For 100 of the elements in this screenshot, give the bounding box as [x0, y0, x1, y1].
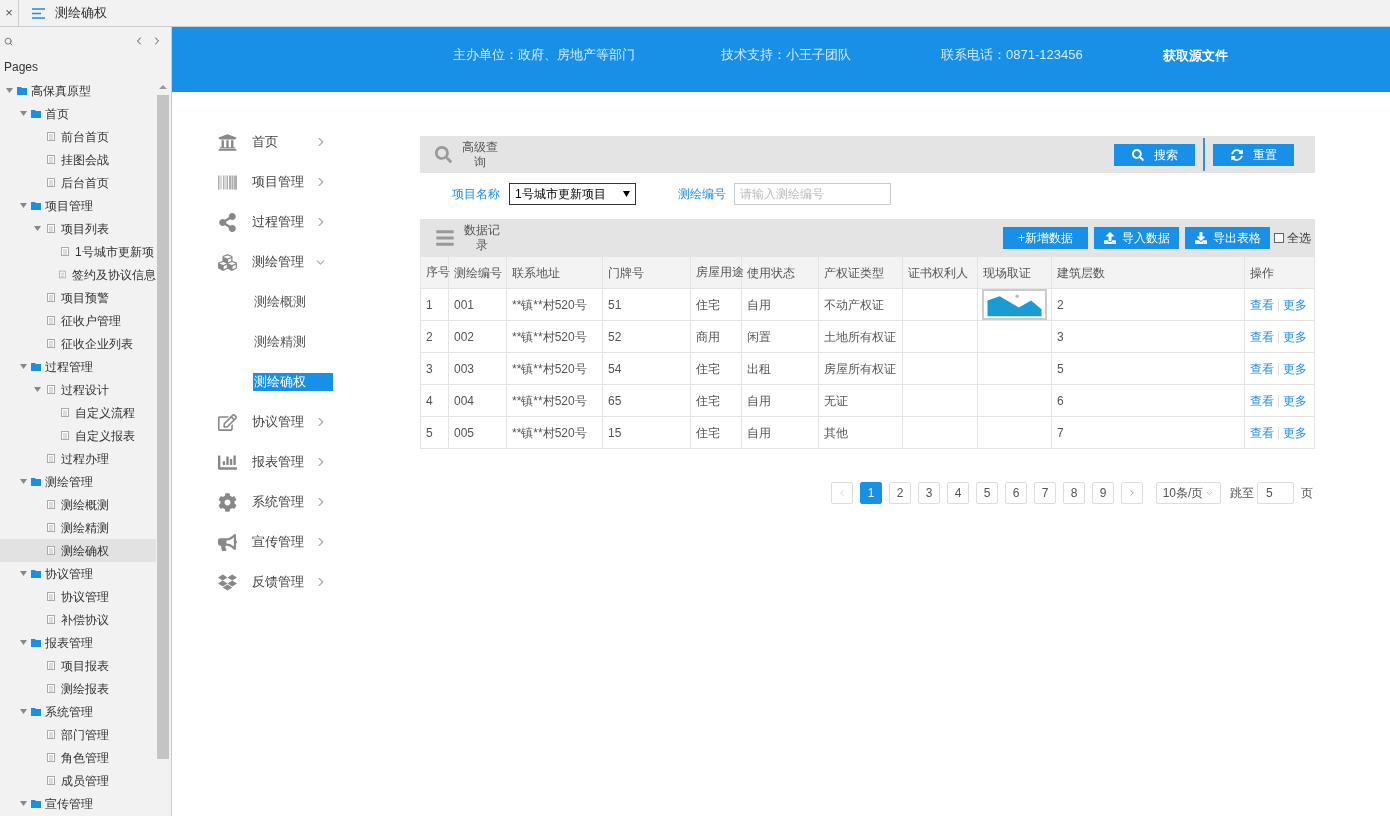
search-icon: [1131, 148, 1144, 161]
row-action-link[interactable]: 更多: [1283, 359, 1307, 378]
select-all-checkbox[interactable]: [1274, 233, 1284, 243]
menu-icon[interactable]: [32, 7, 45, 19]
tree-item[interactable]: 前台首页: [0, 125, 156, 148]
tree-item[interactable]: 宣传管理: [0, 792, 156, 815]
nav-item[interactable]: 项目管理: [252, 172, 314, 192]
nav-item[interactable]: 过程管理: [252, 212, 314, 232]
support-text: 技术支持：小王子团队: [721, 45, 851, 64]
expand-triangle-icon[interactable]: [34, 387, 41, 392]
tree-item[interactable]: 项目报表: [0, 654, 156, 677]
nav-item[interactable]: 报表管理: [252, 452, 314, 472]
expand-triangle-icon[interactable]: [20, 640, 27, 645]
expand-triangle-icon[interactable]: [20, 571, 27, 576]
page-button[interactable]: 9: [1092, 482, 1114, 504]
tree-item[interactable]: 征收企业列表: [0, 332, 156, 355]
nav-item[interactable]: 反馈管理: [252, 572, 314, 592]
nav-subitem[interactable]: 测绘概测: [253, 293, 333, 311]
project-select[interactable]: 1号城市更新项目: [509, 183, 636, 205]
tree-item-label: 测绘确权: [61, 542, 109, 560]
close-button[interactable]: ×: [0, 0, 19, 26]
page-icon: [47, 615, 55, 624]
tree-item[interactable]: 系统管理: [0, 700, 156, 723]
row-action-link[interactable]: 查看: [1250, 391, 1274, 410]
tree-item[interactable]: 项目列表: [0, 217, 156, 240]
tree-item[interactable]: 协议管理: [0, 585, 156, 608]
nav-item[interactable]: 宣传管理: [252, 532, 314, 552]
row-action-link[interactable]: 查看: [1250, 327, 1274, 346]
upload-icon: [1103, 232, 1116, 244]
nav-item[interactable]: 协议管理: [252, 412, 314, 432]
nav-item[interactable]: 测绘管理: [252, 252, 314, 272]
row-action-link[interactable]: 查看: [1250, 423, 1274, 442]
tree-item[interactable]: 高保真原型: [0, 79, 156, 102]
folder-icon: [31, 477, 41, 486]
tree-item[interactable]: 征收户管理: [0, 309, 156, 332]
tree-item[interactable]: 测绘概测: [0, 493, 156, 516]
page-icon: [47, 385, 55, 394]
page-icon: [47, 684, 55, 693]
column-header: 门牌号: [603, 257, 691, 289]
page-button[interactable]: 3: [918, 482, 940, 504]
row-action-link[interactable]: 更多: [1283, 423, 1307, 442]
nav-item[interactable]: 系统管理: [252, 492, 314, 512]
tree-item[interactable]: 1号城市更新项: [0, 240, 156, 263]
row-action-link[interactable]: 更多: [1283, 327, 1307, 346]
tree-item[interactable]: 挂图会战: [0, 148, 156, 171]
row-action-link[interactable]: 更多: [1283, 295, 1307, 314]
expand-triangle-icon[interactable]: [20, 111, 27, 116]
tree-item[interactable]: 测绘报表: [0, 677, 156, 700]
tree-item[interactable]: 过程设计: [0, 378, 156, 401]
tree-item[interactable]: 首页: [0, 102, 156, 125]
tree-item[interactable]: 角色管理: [0, 746, 156, 769]
code-input[interactable]: 请输入测绘编号: [734, 183, 891, 205]
tree-item[interactable]: 成员管理: [0, 769, 156, 792]
tree-item[interactable]: 报表管理: [0, 631, 156, 654]
page-button[interactable]: 4: [947, 482, 969, 504]
expand-triangle-icon[interactable]: [34, 226, 41, 231]
page-button[interactable]: 2: [889, 482, 911, 504]
page-size-select[interactable]: 10条/页: [1156, 482, 1221, 504]
tree-item[interactable]: 协议管理: [0, 562, 156, 585]
tree-item[interactable]: 测绘管理: [0, 470, 156, 493]
page-button[interactable]: 5: [976, 482, 998, 504]
tree-item[interactable]: 后台首页: [0, 171, 156, 194]
row-action-link[interactable]: 查看: [1250, 359, 1274, 378]
expand-triangle-icon[interactable]: [20, 479, 27, 484]
page-button[interactable]: 7: [1034, 482, 1056, 504]
row-action-link[interactable]: 查看: [1250, 295, 1274, 314]
tree-item[interactable]: 项目管理: [0, 194, 156, 217]
expand-triangle-icon[interactable]: [6, 88, 13, 93]
page-button[interactable]: 6: [1005, 482, 1027, 504]
page-icon: [47, 546, 55, 555]
table-cell: 003: [449, 353, 507, 385]
tree-item[interactable]: 自定义报表: [0, 424, 156, 447]
row-action-link[interactable]: 更多: [1283, 391, 1307, 410]
table-cell: 65: [603, 385, 691, 417]
nav-subitem[interactable]: 测绘精测: [253, 333, 333, 351]
tree-item[interactable]: 过程管理: [0, 355, 156, 378]
tree-item[interactable]: 补偿协议: [0, 608, 156, 631]
page-button[interactable]: 8: [1063, 482, 1085, 504]
expand-triangle-icon[interactable]: [20, 203, 27, 208]
search-icon[interactable]: [4, 36, 13, 46]
list-icon: [435, 228, 455, 248]
expand-triangle-icon[interactable]: [20, 709, 27, 714]
tree-item[interactable]: 测绘确权: [0, 539, 156, 562]
tree-item[interactable]: 测绘精测: [0, 516, 156, 539]
page-icon: [61, 408, 69, 417]
barcode-icon: [218, 172, 237, 192]
tree-item[interactable]: 自定义流程: [0, 401, 156, 424]
expand-triangle-icon[interactable]: [20, 801, 27, 806]
tree-item[interactable]: 签约及协议信息: [0, 263, 156, 286]
table-cell: 其他: [819, 417, 903, 449]
table-cell: 15: [603, 417, 691, 449]
expand-triangle-icon[interactable]: [20, 364, 27, 369]
tree-item[interactable]: 项目预警: [0, 286, 156, 309]
download-icon: [1194, 232, 1207, 244]
nav-item[interactable]: 首页: [252, 132, 314, 152]
tree-item[interactable]: 过程办理: [0, 447, 156, 470]
tree-item-label: 征收户管理: [61, 312, 121, 330]
column-header: 产权证类型: [819, 257, 903, 289]
tree-item[interactable]: 部门管理: [0, 723, 156, 746]
jump-page-input[interactable]: 5: [1257, 482, 1294, 504]
